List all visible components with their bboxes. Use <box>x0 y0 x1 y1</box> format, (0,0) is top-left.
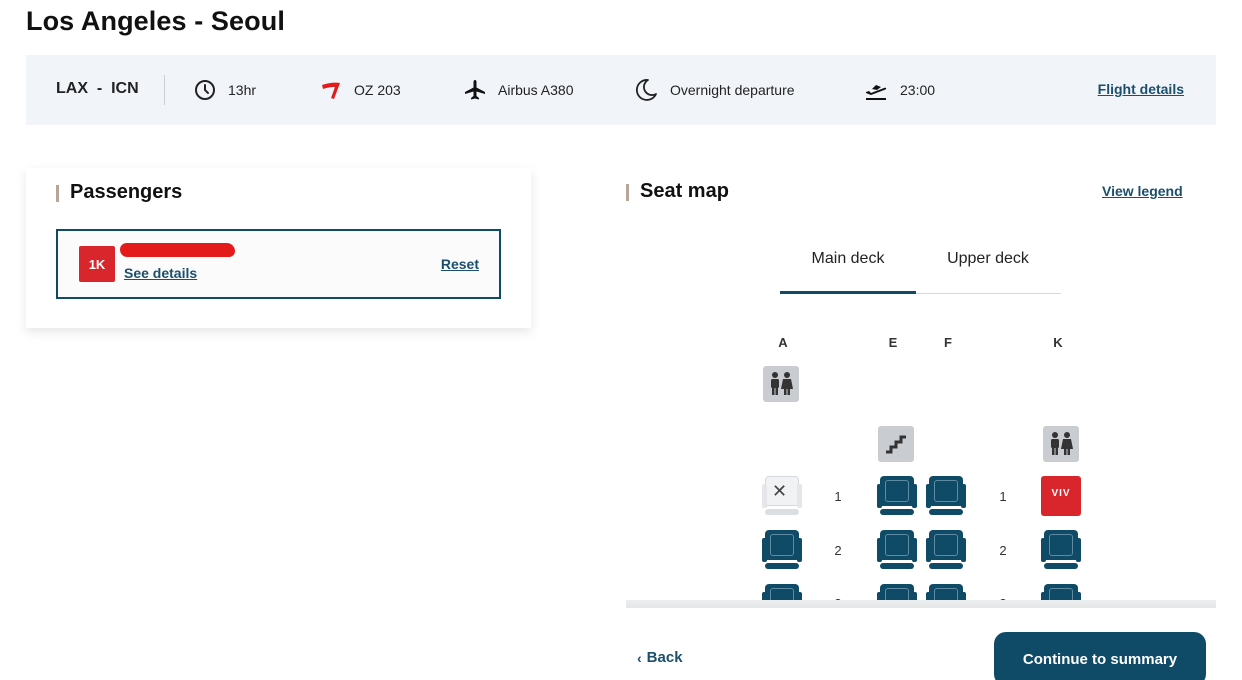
departure-time: 23:00 <box>900 82 936 98</box>
airplane-icon <box>465 80 485 100</box>
flight-number: OZ 203 <box>354 82 401 98</box>
seat-2e[interactable] <box>877 530 917 570</box>
lavatory-icon <box>1043 426 1079 462</box>
seat-map-title: Seat map <box>626 180 729 203</box>
passengers-panel: Passengers 1K See details Reset <box>26 168 531 328</box>
airline-logo-icon <box>322 82 340 99</box>
takeoff-icon <box>866 85 887 100</box>
continue-to-summary-button[interactable]: Continue to summary <box>994 632 1206 680</box>
tab-main-deck[interactable]: Main deck <box>780 240 916 294</box>
redacted-passenger-name <box>120 243 235 257</box>
seat-badge: 1K <box>79 246 115 282</box>
chevron-left-icon: ‹ <box>637 649 642 666</box>
column-label-k: K <box>1053 335 1063 350</box>
departure-type: Overnight departure <box>670 82 795 98</box>
seat-2a[interactable] <box>762 530 802 570</box>
deck-tabs: Main deck Upper deck <box>780 240 1061 294</box>
flight-details-link[interactable]: Flight details <box>1098 81 1184 97</box>
flight-duration: 13hr <box>228 82 257 98</box>
row-number: 1 <box>834 489 842 504</box>
row-number: 2 <box>999 543 1007 558</box>
seat-2k[interactable] <box>1041 530 1081 570</box>
seat-map: A E F K ✕ 1 1 VIV 2 2 3 3 <box>626 320 1216 608</box>
departure-type-item: Overnight departure <box>634 55 795 125</box>
page-title: Los Angeles - Seoul <box>26 6 285 36</box>
flight-info-bar: LAX - ICN 13hr OZ 203 Airbus A380 Overni… <box>26 55 1216 125</box>
flight-number-item: OZ 203 <box>320 55 401 125</box>
column-label-f: F <box>944 335 952 350</box>
duration-item: 13hr <box>194 55 256 125</box>
lavatory-icon <box>763 366 799 402</box>
back-link[interactable]: ‹ Back <box>637 649 683 666</box>
selected-seat-mark: VIV <box>1051 488 1071 499</box>
column-label-e: E <box>888 335 898 350</box>
aircraft-item: Airbus A380 <box>464 55 574 125</box>
seat-map-scroll-edge[interactable] <box>626 600 1216 608</box>
divider <box>164 75 165 105</box>
aircraft-type: Airbus A380 <box>498 82 574 98</box>
clock-icon <box>195 80 215 100</box>
seat-1a-unavailable: ✕ <box>762 476 802 516</box>
close-icon: ✕ <box>772 481 788 501</box>
seat-1e[interactable] <box>877 476 917 516</box>
stairs-icon <box>878 426 914 462</box>
reset-link[interactable]: Reset <box>441 256 479 272</box>
seat-1f[interactable] <box>926 476 966 516</box>
row-number: 2 <box>834 543 842 558</box>
passengers-title: Passengers <box>56 181 182 204</box>
flight-route: LAX - ICN <box>56 80 139 97</box>
row-number: 1 <box>999 489 1007 504</box>
seat-1k-selected[interactable]: VIV <box>1041 476 1081 516</box>
departure-time-item: 23:00 <box>864 55 935 125</box>
back-label: Back <box>646 649 683 666</box>
seat-2f[interactable] <box>926 530 966 570</box>
see-details-link[interactable]: See details <box>124 265 197 281</box>
tab-upper-deck[interactable]: Upper deck <box>920 240 1056 294</box>
passenger-item[interactable]: 1K See details Reset <box>56 229 501 299</box>
moon-icon <box>636 79 657 101</box>
view-legend-link[interactable]: View legend <box>1102 183 1183 199</box>
column-label-a: A <box>778 335 788 350</box>
